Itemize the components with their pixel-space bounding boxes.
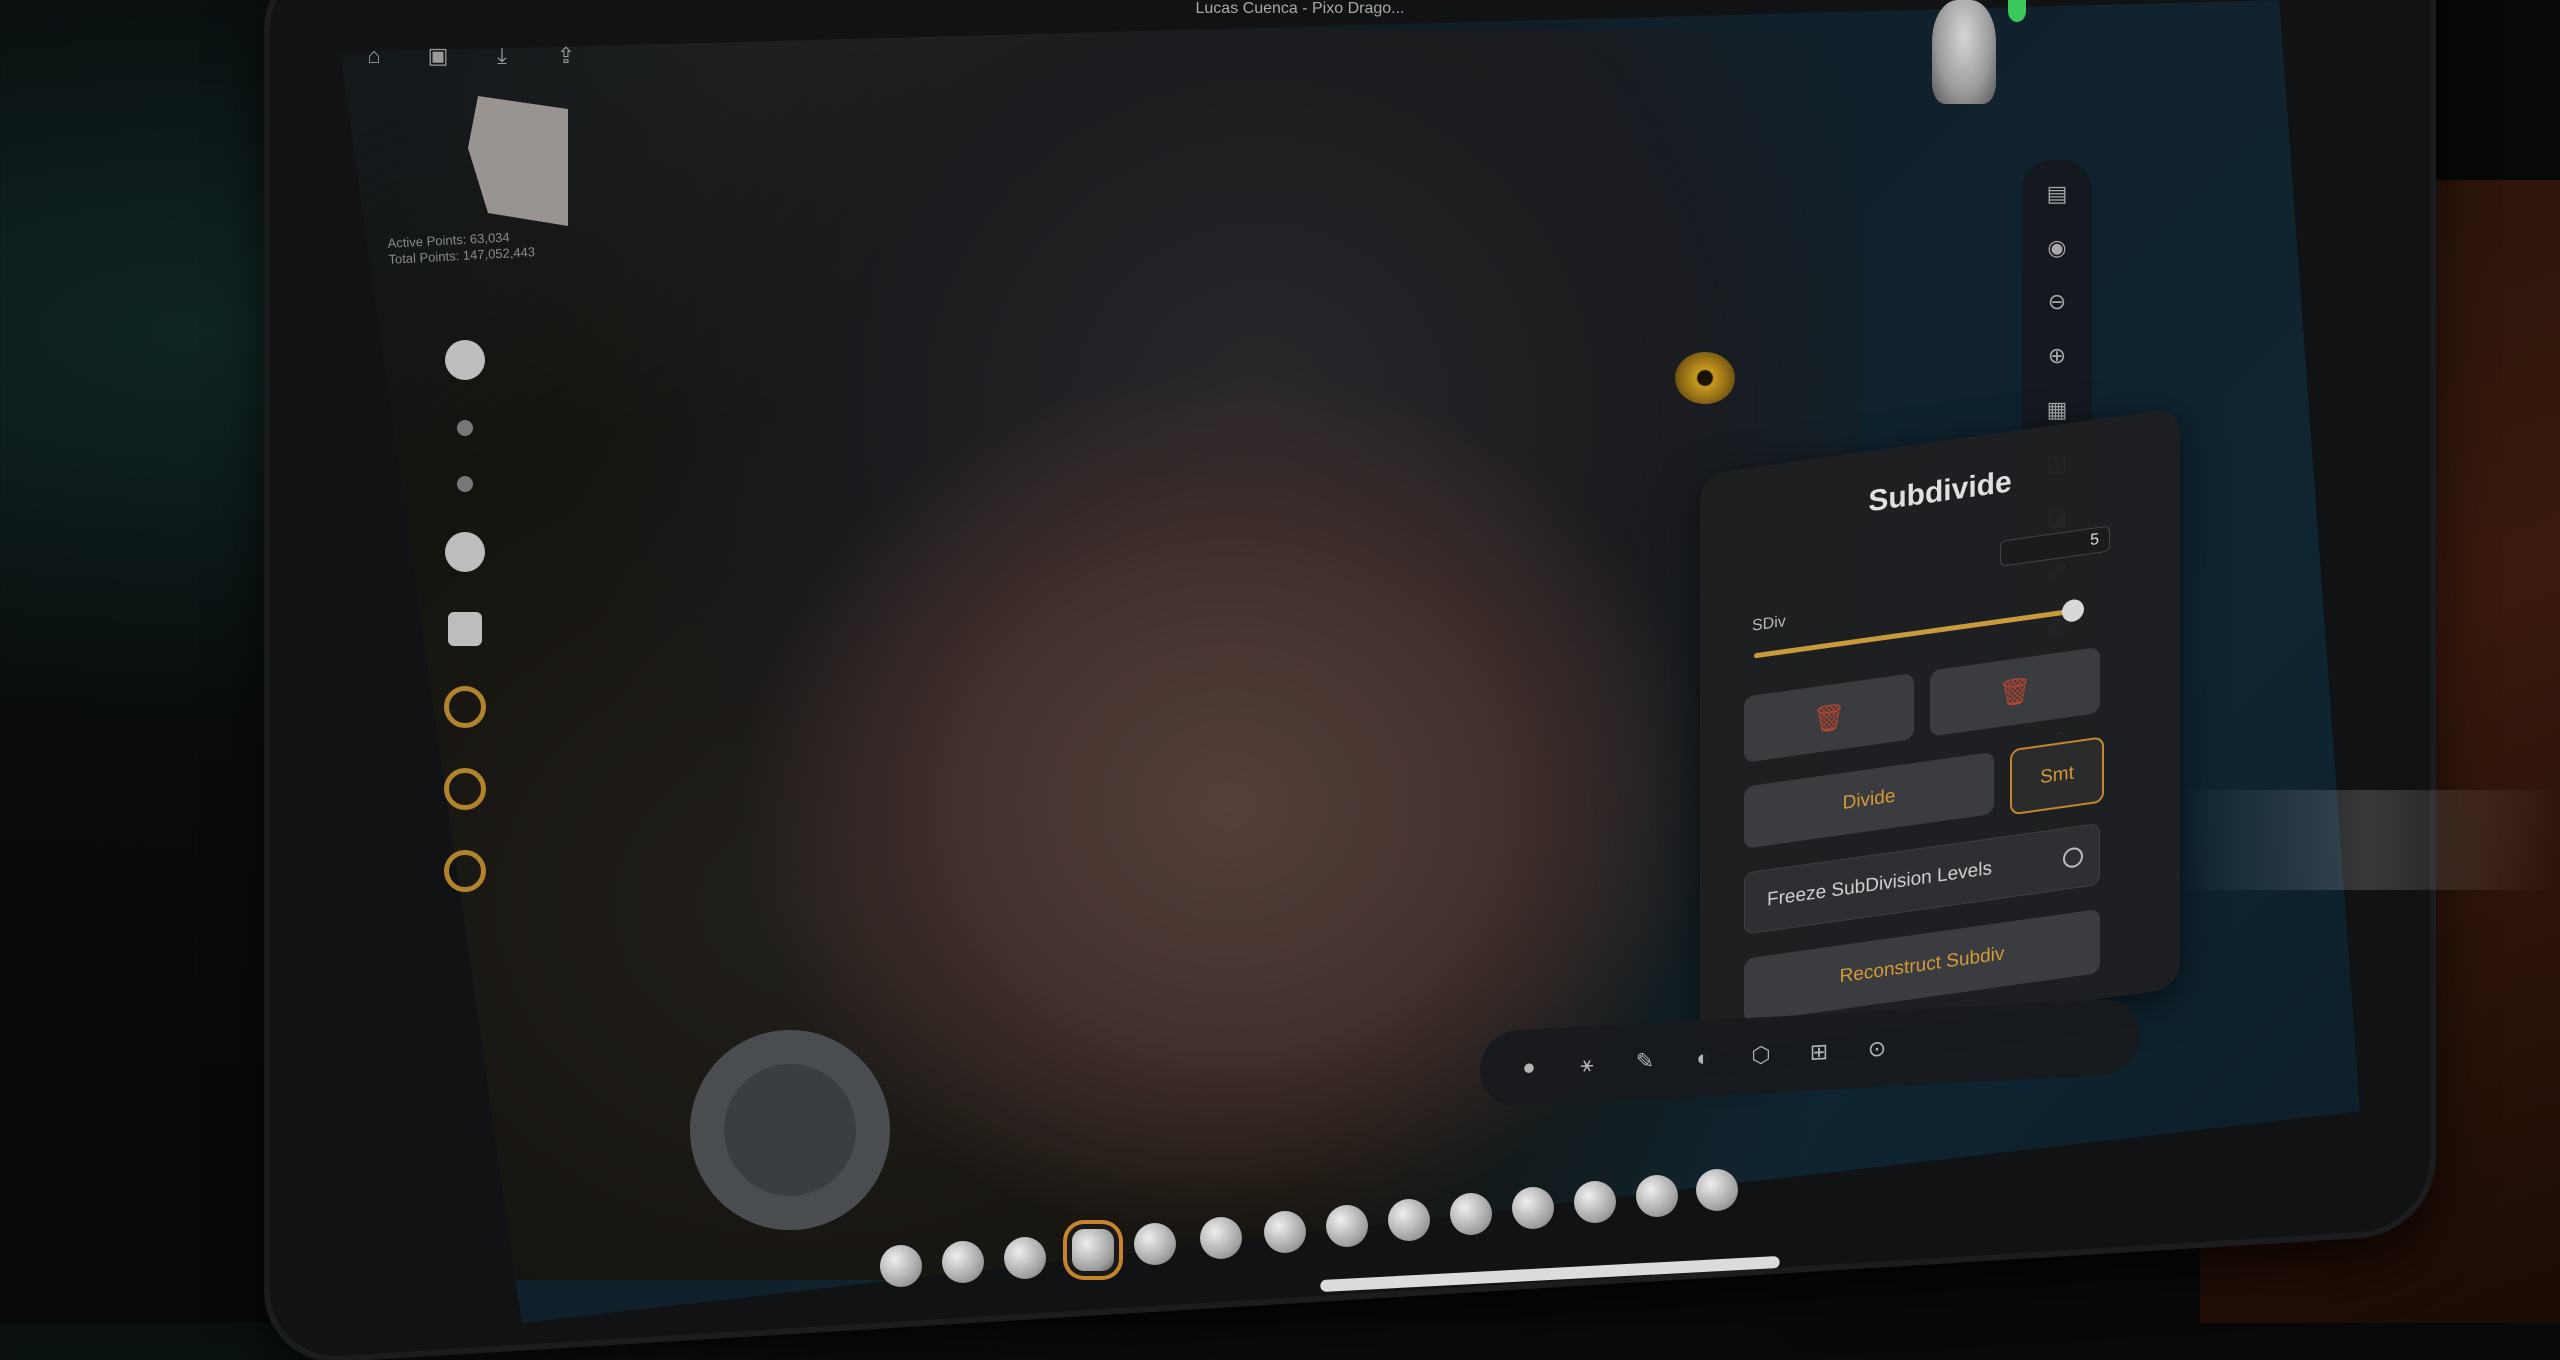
frame-icon[interactable]: ⊞: [1804, 1036, 1834, 1068]
save-icon[interactable]: ▣: [424, 42, 452, 70]
brush-slot[interactable]: [1264, 1211, 1306, 1253]
left-toolbar: [420, 340, 510, 892]
share-icon[interactable]: ⇪: [552, 42, 580, 70]
globe-icon[interactable]: ⊕: [2043, 342, 2071, 370]
brush-size-button[interactable]: [445, 340, 485, 380]
divide-button[interactable]: Divide: [1744, 751, 1994, 849]
brush-slot[interactable]: [1388, 1199, 1430, 1241]
falloff-button[interactable]: [444, 850, 486, 892]
delete-higher-button[interactable]: 🗑: [1930, 646, 2100, 737]
brush-slot[interactable]: [1512, 1187, 1554, 1229]
brush-slot[interactable]: [1574, 1181, 1616, 1223]
brush-slot[interactable]: [1200, 1217, 1242, 1259]
edit-icon[interactable]: ✎: [1630, 1046, 1660, 1078]
brush-slot[interactable]: [1636, 1175, 1678, 1217]
window-title: Lucas Cuenca - Pixo Drago...: [1195, 0, 1405, 17]
dot-icon[interactable]: [457, 476, 473, 492]
brush-slot-selected[interactable]: [1072, 1229, 1114, 1271]
sdiv-label: SDiv: [1752, 612, 1786, 635]
trash-icon: 🗑: [1998, 673, 2032, 709]
brush-slot[interactable]: [1450, 1193, 1492, 1235]
cube-icon[interactable]: ⬡: [1746, 1039, 1776, 1071]
brush-slot[interactable]: [942, 1241, 984, 1283]
trash-icon: 🗑: [1812, 700, 1846, 735]
toggle-icon[interactable]: ⊙: [1862, 1033, 1892, 1065]
tripod-icon[interactable]: ⚹: [1572, 1049, 1602, 1081]
light-glare: [2180, 790, 2560, 890]
brush-slot[interactable]: [880, 1245, 922, 1287]
bust-preview-icon[interactable]: [1932, 0, 1996, 104]
square-tool-button[interactable]: [448, 612, 482, 646]
top-toolbar: ⌂ ▣ ⤓ ⇪: [360, 42, 580, 70]
brush-slot[interactable]: [1004, 1237, 1046, 1279]
dragon-eye: [1675, 352, 1735, 404]
brush-intensity-button[interactable]: [445, 532, 485, 572]
sdiv-value-field[interactable]: 5: [2000, 525, 2110, 567]
status-indicator: [2008, 0, 2026, 22]
import-icon[interactable]: ⤓: [488, 42, 516, 70]
sdiv-slider[interactable]: [1754, 598, 2084, 659]
brush-preview-icon[interactable]: ●: [1514, 1052, 1544, 1084]
panel-icon[interactable]: ▤: [2043, 180, 2071, 208]
delete-lower-button[interactable]: 🗑: [1744, 672, 1914, 763]
sdiv-slider-knob[interactable]: [2062, 598, 2084, 624]
brush-slot[interactable]: [1696, 1169, 1738, 1211]
brush-slot[interactable]: [1134, 1223, 1176, 1265]
stroke-icon[interactable]: [457, 420, 473, 436]
material-icon[interactable]: ◉: [2043, 234, 2071, 262]
freeze-label: Freeze SubDivision Levels: [1767, 857, 1992, 911]
minus-icon[interactable]: ⊖: [2043, 288, 2071, 316]
ring-tool-button[interactable]: [444, 686, 486, 728]
smt-toggle[interactable]: Smt: [2010, 736, 2104, 816]
radial-tool-wheel[interactable]: [690, 1030, 890, 1230]
layers-icon[interactable]: ▦: [2043, 396, 2071, 424]
focal-shift-button[interactable]: [444, 768, 486, 810]
freeze-toggle[interactable]: [2063, 846, 2083, 869]
sdiv-slider-fill: [1754, 607, 2084, 659]
subdivide-panel: Subdivide 5 SDiv 🗑 🗑 Divide Smt Freeze S…: [1700, 407, 2180, 1055]
brush-slot[interactable]: [1326, 1205, 1368, 1247]
home-icon[interactable]: ⌂: [360, 42, 388, 70]
half-circle-icon[interactable]: ◐: [1688, 1043, 1718, 1075]
